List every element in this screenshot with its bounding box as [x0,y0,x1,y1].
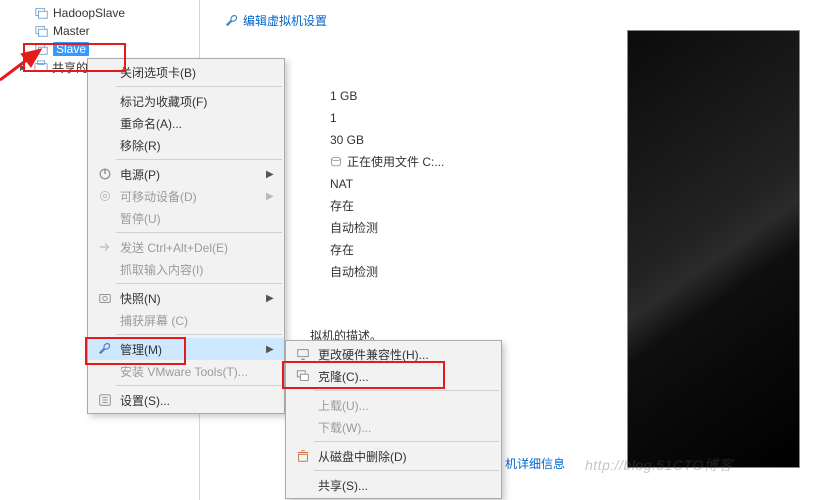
prop-memory: 1 GB [330,85,444,107]
menu-manage[interactable]: 管理(M)▶ [88,338,284,360]
watermark-text: http://blog.51CTO博客 [585,455,733,475]
prop-disk: 30 GB [330,129,444,151]
delete-icon [292,449,314,463]
tree-label: Master [53,24,90,38]
menu-install-tools: 安装 VMware Tools(T)... [88,360,284,382]
context-menu-vm: 关闭选项卡(B) 标记为收藏项(F) 重命名(A)... 移除(R) 电源(P)… [87,58,285,414]
menu-separator [116,334,282,335]
wrench-icon [225,14,239,28]
vm-icon [35,42,49,56]
menu-power[interactable]: 电源(P)▶ [88,163,284,185]
menu-grab-input: 抓取输入内容(I) [88,258,284,280]
send-icon [94,240,116,254]
vm-icon [35,6,49,20]
prop-auto2: 自动检测 [330,261,444,283]
tree-item-master[interactable]: Master [0,22,199,40]
menu-rename[interactable]: 重命名(A)... [88,112,284,134]
expand-icon[interactable]: ▸ [20,60,30,74]
menu-separator [116,232,282,233]
submenu-arrow-icon: ▶ [266,344,278,355]
menu-download: 下载(W)... [286,416,501,438]
menu-separator [116,385,282,386]
vm-icon [35,24,49,38]
tree-item-slave[interactable]: Slave [0,40,199,58]
menu-pause: 暂停(U) [88,207,284,229]
vm-thumbnail [627,30,800,468]
menu-removable-devices: 可移动设备(D)▶ [88,185,284,207]
settings-icon [94,393,116,407]
vm-properties: 1 GB 1 30 GB 正在使用文件 C:... NAT 存在 自动检测 存在… [330,85,444,283]
menu-remove[interactable]: 移除(R) [88,134,284,156]
snapshot-icon [94,291,116,305]
clone-icon [292,369,314,383]
menu-share[interactable]: 共享(S)... [286,474,501,496]
menu-delete-from-disk[interactable]: 从磁盘中删除(D) [286,445,501,467]
prop-network: NAT [330,173,444,195]
menu-capture-screen: 捕获屏幕 (C) [88,309,284,331]
link-label: 编辑虚拟机设置 [243,12,327,29]
tree-label: 共享的 [52,59,88,76]
power-icon [94,167,116,181]
shared-icon [34,60,48,74]
tree-item-hadoopslave[interactable]: HadoopSlave [0,4,199,22]
menu-separator [314,390,499,391]
disk-icon [330,156,342,168]
menu-send-cad: 发送 Ctrl+Alt+Del(E) [88,236,284,258]
menu-separator [116,159,282,160]
menu-change-hw-compat[interactable]: 更改硬件兼容性(H)... [286,343,501,365]
details-link[interactable]: 机详细信息 [505,455,565,472]
hardware-icon [292,347,314,361]
wrench-icon [94,342,116,356]
menu-upload: 上载(U)... [286,394,501,416]
menu-settings[interactable]: 设置(S)... [88,389,284,411]
prop-exist2: 存在 [330,239,444,261]
menu-separator [116,283,282,284]
menu-mark-fav[interactable]: 标记为收藏项(F) [88,90,284,112]
menu-snapshot[interactable]: 快照(N)▶ [88,287,284,309]
edit-vm-settings-link[interactable]: 编辑虚拟机设置 [225,12,327,29]
prop-disk-status-row: 正在使用文件 C:... [330,151,444,173]
context-menu-manage: 更改硬件兼容性(H)... 克隆(C)... 上载(U)... 下载(W)...… [285,340,502,499]
device-icon [94,189,116,203]
submenu-arrow-icon: ▶ [266,293,278,304]
menu-separator [314,441,499,442]
prop-exist1: 存在 [330,195,444,217]
tree-label-selected: Slave [53,42,89,56]
menu-close-tab[interactable]: 关闭选项卡(B) [88,61,284,83]
menu-separator [116,86,282,87]
prop-cpus: 1 [330,107,444,129]
menu-clone[interactable]: 克隆(C)... [286,365,501,387]
menu-separator [314,470,499,471]
prop-auto1: 自动检测 [330,217,444,239]
submenu-arrow-icon: ▶ [266,169,278,180]
tree-label: HadoopSlave [53,6,125,20]
